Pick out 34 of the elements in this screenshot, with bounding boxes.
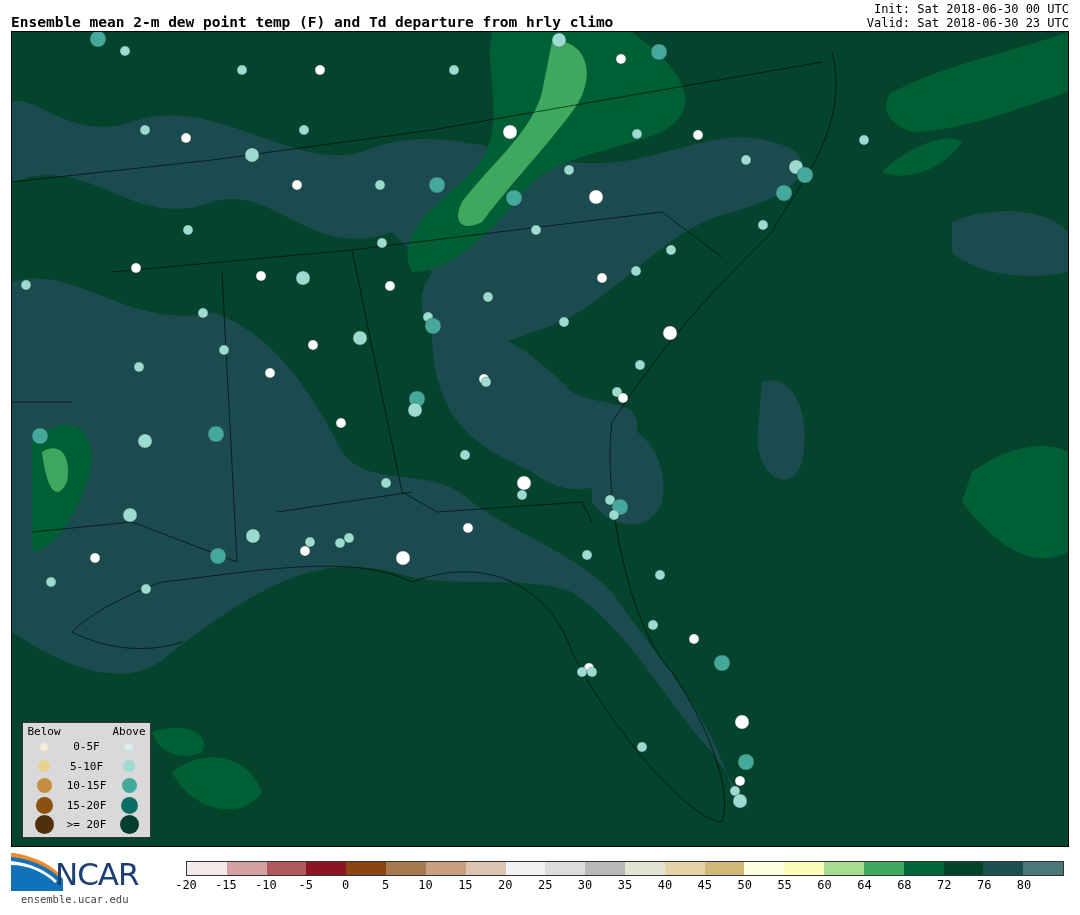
chart-title: Ensemble mean 2-m dew point temp (F) and Td departure from hrly climo [11,14,614,30]
colorbar-tick: -15 [215,878,237,892]
legend-heading: Above [112,725,146,737]
colorbar-tick: 25 [537,878,553,892]
colorbar-tick: -5 [298,878,313,892]
init-time: Init: Sat 2018-06-30 00 UTC [873,2,1069,16]
colorbar-tick: 45 [697,878,713,892]
colorbar-tick: 64 [857,878,872,892]
site-url: ensemble.ucar.edu [21,893,130,905]
valid-time: Valid: Sat 2018-06-30 23 UTC [866,16,1069,30]
colorbar-tick: 80 [1016,878,1032,892]
legend-label: 15-20F [66,798,107,812]
colorbar-tick: 68 [897,878,912,892]
legend-label: 0-5F [73,740,100,754]
colorbar-tick: 20 [498,878,513,892]
colorbar-tick: 10 [418,878,433,892]
colorbar-tick: 55 [777,878,792,892]
colorbar-tick: 35 [617,878,633,892]
logo-wordmark: NCAR [55,857,139,891]
legend-label: 5-10F [69,759,104,773]
colorbar-tick: 76 [976,878,992,892]
legend-label: 10-15F [66,779,107,793]
colorbar-tick: 0 [342,878,350,892]
legend-heading: Below [27,725,61,737]
colorbar-tick: 60 [817,878,832,892]
colorbar-tick: 72 [937,878,952,892]
colorbar-tick: 5 [381,878,390,892]
colorbar-tick: 15 [458,878,473,892]
legend-label: >= 20F [66,818,107,832]
colorbar-tick: 40 [657,878,673,892]
colorbar-tick: -20 [175,878,197,892]
colorbar-tick: -10 [254,878,277,892]
colorbar-tick: 50 [737,878,752,892]
colorbar-tick: 30 [577,878,593,892]
